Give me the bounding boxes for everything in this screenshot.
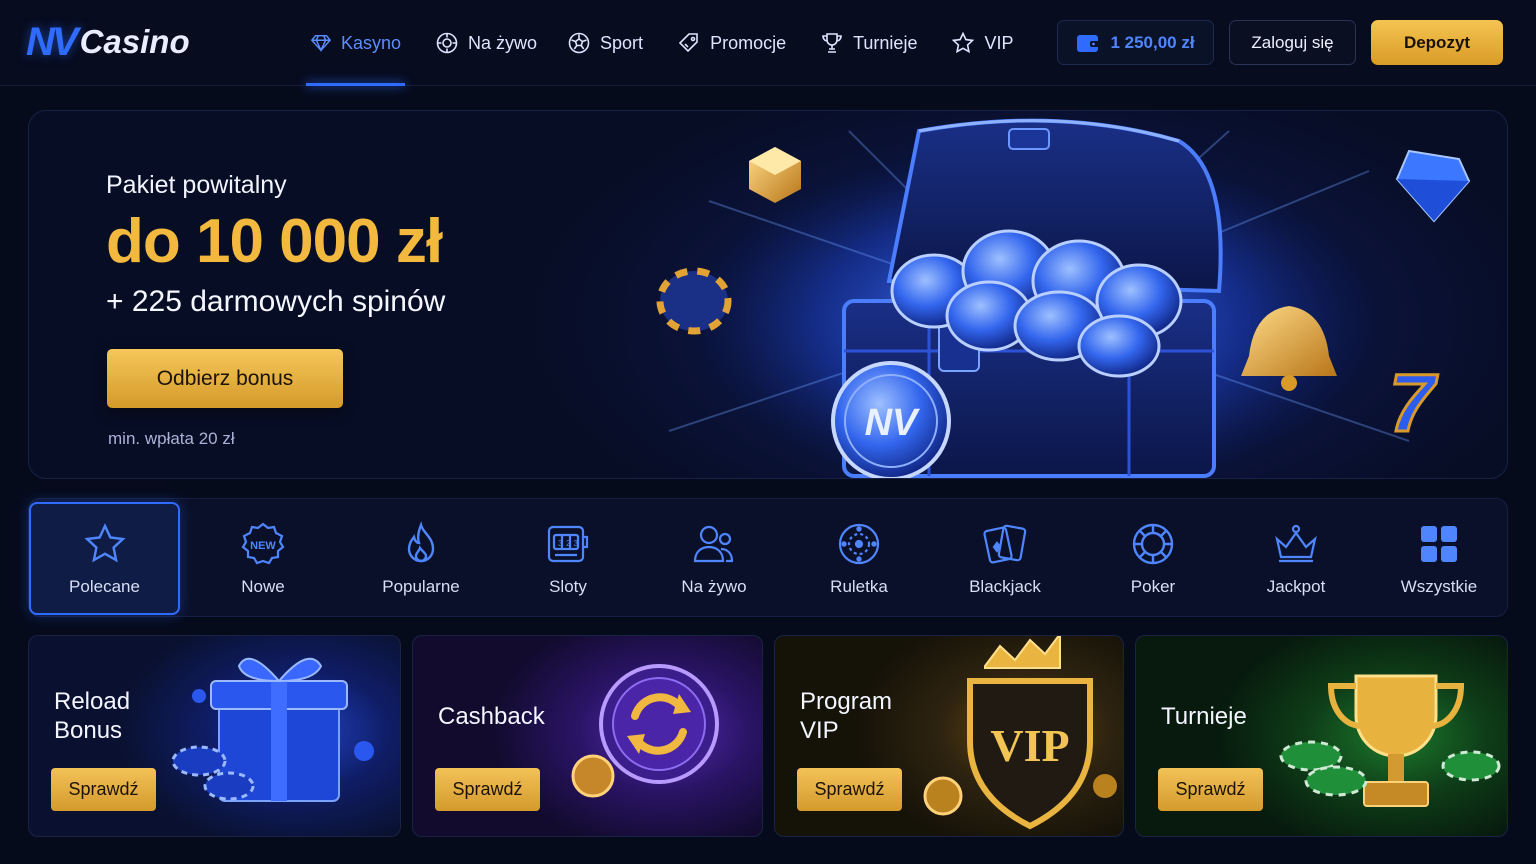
category-blackjack[interactable]: Blackjack	[930, 502, 1080, 615]
category-poker[interactable]: Poker	[1078, 502, 1228, 615]
nav-label: VIP	[984, 32, 1014, 53]
category-wszystkie[interactable]: Wszystkie	[1364, 502, 1514, 615]
check-button[interactable]: Sprawdź	[51, 768, 156, 811]
cards-icon	[983, 524, 1027, 563]
game-categories-bar: Polecane NEW Nowe Popularne 323 Sloty Na…	[28, 498, 1508, 617]
category-label: Polecane	[69, 576, 140, 596]
nv-casino-logo[interactable]: NV Casino	[26, 20, 190, 64]
roulette-icon	[838, 523, 880, 564]
nav-label: Na żywo	[468, 32, 538, 53]
trophy-illustration	[1279, 674, 1501, 807]
vip-badge-text: VIP	[990, 720, 1069, 771]
promo-title: Turnieje	[1161, 703, 1247, 730]
category-label: Ruletka	[830, 576, 888, 596]
slot-machine-icon: 323	[547, 525, 589, 562]
soccer-ball-icon	[568, 32, 590, 54]
hero-bonus-amount: do 10 000 zł	[106, 207, 443, 276]
wallet-icon	[1077, 34, 1100, 52]
promo-card-program-vip[interactable]: VIP Program VIP Sprawdź	[774, 635, 1124, 837]
wallet-balance[interactable]: 1 250,00 zł	[1057, 20, 1214, 65]
category-sloty[interactable]: 323 Sloty	[493, 502, 643, 615]
treasure-chest-illustration: NV 7	[656, 118, 1471, 478]
promo-title: Cashback	[438, 703, 545, 730]
logo-text: Casino	[79, 23, 190, 60]
category-label: Popularne	[382, 576, 460, 596]
top-header: NV Casino Kasyno Na żywo Sport Promocje …	[0, 0, 1536, 86]
promo-card-turnieje[interactable]: Turnieje Sprawdź	[1135, 635, 1508, 837]
check-button[interactable]: Sprawdź	[797, 768, 902, 811]
svg-text:2: 2	[566, 539, 571, 548]
category-label: Nowe	[241, 576, 285, 596]
category-na-zywo[interactable]: Na żywo	[639, 502, 789, 615]
gift-box-illustration	[171, 657, 374, 802]
coin-mark: NV	[865, 402, 920, 444]
promo-card-cashback[interactable]: Cashback Sprawdź	[412, 635, 763, 837]
nav-item-kasyno[interactable]: Kasyno	[306, 0, 405, 86]
check-button[interactable]: Sprawdź	[1158, 768, 1263, 811]
new-badge-icon: NEW	[241, 522, 285, 564]
new-badge-text: NEW	[250, 540, 276, 552]
svg-text:3: 3	[558, 539, 563, 548]
nav-item-promocje[interactable]: Promocje	[673, 0, 790, 86]
nav-label: Sport	[600, 32, 644, 53]
logo-mark: NV	[26, 19, 79, 64]
nav-item-na-zywo[interactable]: Na żywo	[431, 0, 541, 86]
category-popularne[interactable]: Popularne	[346, 502, 496, 615]
trophy-icon	[822, 33, 842, 53]
poker-chip-icon	[1132, 523, 1174, 564]
nav-label: Turnieje	[853, 32, 918, 53]
nav-item-sport[interactable]: Sport	[563, 0, 647, 86]
nav-item-turnieje[interactable]: Turnieje	[816, 0, 921, 86]
balance-amount: 1 250,00 zł	[1110, 32, 1195, 52]
cashback-coin-illustration	[571, 664, 719, 798]
nav-label: Promocje	[710, 32, 787, 53]
category-label: Sloty	[549, 576, 587, 596]
nav-item-vip[interactable]: VIP	[947, 0, 1017, 86]
flame-icon	[407, 520, 435, 562]
check-button[interactable]: Sprawdź	[435, 768, 540, 811]
promo-title: Reload Bonus	[54, 688, 131, 744]
category-label: Blackjack	[969, 576, 1041, 596]
svg-text:3: 3	[574, 539, 579, 548]
login-button[interactable]: Zaloguj się	[1229, 20, 1356, 65]
promo-title: Program VIP	[800, 688, 893, 744]
category-label: Na żywo	[681, 576, 747, 596]
hero-free-spins: + 225 darmowych spinów	[106, 285, 446, 318]
category-polecane[interactable]: Polecane	[29, 502, 180, 615]
vip-shield-illustration: VIP	[923, 636, 1117, 830]
claim-bonus-button[interactable]: Odbierz bonus	[107, 349, 343, 408]
category-label: Wszystkie	[1400, 576, 1478, 596]
diamond-icon	[310, 34, 332, 53]
category-ruletka[interactable]: Ruletka	[784, 502, 934, 615]
category-jackpot[interactable]: Jackpot	[1221, 502, 1371, 615]
star-icon	[952, 31, 975, 54]
grid-icon	[1421, 525, 1457, 562]
welcome-bonus-banner: NV 7 Pakiet powitalny do 10 000 zł + 225…	[28, 110, 1508, 479]
hero-subtitle: Pakiet powitalny	[106, 171, 287, 199]
category-label: Poker	[1130, 576, 1176, 596]
crown-icon	[1275, 524, 1317, 562]
main-nav: Kasyno Na żywo Sport Promocje Turnieje V…	[306, 0, 1017, 86]
promo-card-reload-bonus[interactable]: Reload Bonus Sprawdź	[28, 635, 401, 837]
nav-label: Kasyno	[340, 32, 401, 53]
live-dealer-icon	[693, 525, 734, 562]
category-label: Jackpot	[1266, 576, 1326, 596]
min-deposit-note: min. wpłata 20 zł	[108, 429, 235, 448]
tag-icon	[678, 33, 698, 53]
svg-text:7: 7	[1389, 358, 1438, 449]
deposit-button[interactable]: Depozyt	[1371, 20, 1503, 65]
live-chip-icon	[436, 32, 458, 54]
category-nowe[interactable]: NEW Nowe	[188, 502, 338, 615]
star-icon	[83, 522, 126, 562]
